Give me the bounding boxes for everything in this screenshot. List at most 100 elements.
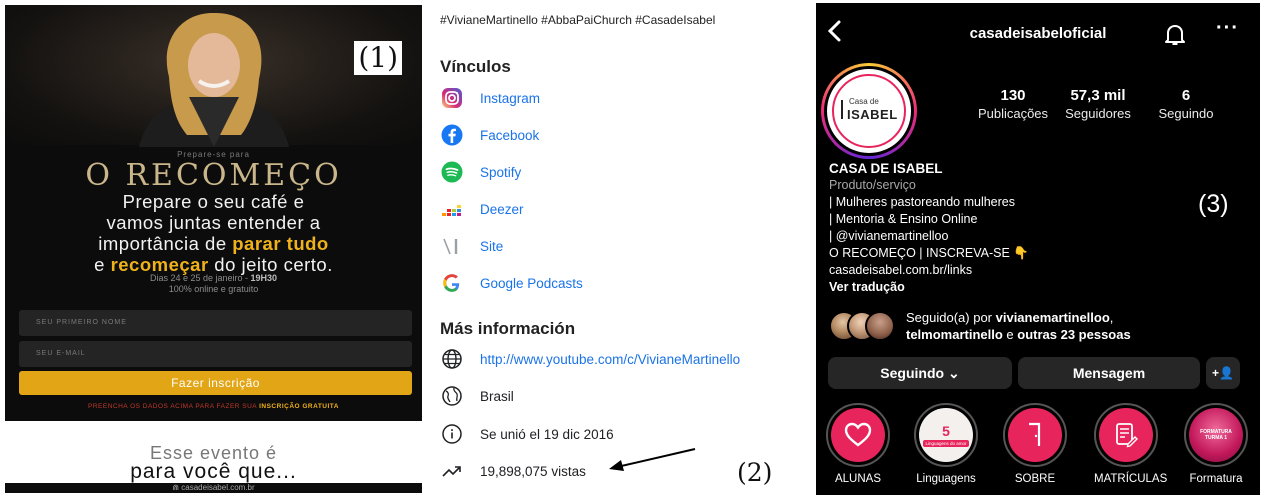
link-label[interactable]: Site <box>480 239 503 254</box>
link-label[interactable]: Deezer <box>480 202 524 217</box>
lead-line: e recomeçar do jeito certo. <box>5 254 422 275</box>
figure-marker: (1) <box>354 41 402 75</box>
link-label[interactable]: Spotify <box>480 165 521 180</box>
link-google-podcasts[interactable]: Google Podcasts <box>440 271 809 295</box>
profile-category: Produto/serviço <box>829 178 916 192</box>
lead-highlight: parar tudo <box>232 233 329 254</box>
presenter-photo <box>138 12 289 147</box>
instagram-icon <box>440 86 464 110</box>
joined-date: Se unió el 19 dic 2016 <box>480 426 614 442</box>
deezer-icon <box>440 197 464 221</box>
figure-marker: (2) <box>737 458 773 487</box>
link-site[interactable]: Site <box>440 234 809 258</box>
links-heading: Vínculos <box>440 57 511 76</box>
highlight-matriculas[interactable]: MATRÍCULAS <box>1094 403 1168 485</box>
globe-icon <box>440 347 464 371</box>
facebook-icon <box>440 123 464 147</box>
followed-user[interactable]: telmomartinello <box>906 327 1003 342</box>
link-facebook[interactable]: Facebook <box>440 123 809 147</box>
stat-label: Publicações <box>977 106 1049 121</box>
event-subheading-bold: para você que... <box>130 460 297 483</box>
lead-line: vamos juntas entender a <box>106 212 321 233</box>
stat-number: 6 <box>1181 87 1191 104</box>
lead-line: importância de parar tudo <box>5 233 422 254</box>
email-field[interactable]: SEU E-MAIL <box>19 341 412 367</box>
link-label[interactable]: Instagram <box>480 91 540 106</box>
message-button[interactable]: Mensagem <box>1018 357 1200 389</box>
dates-line: Dias 24 e 25 de janeiro - 19H30 <box>5 273 422 284</box>
hint-highlight: INSCRIÇÃO GRATUITA <box>259 403 339 410</box>
highlight-alunas[interactable]: ALUNAS <box>826 403 890 485</box>
highlight-ring: FORMATURA TURMA 1 <box>1184 403 1248 467</box>
bio-line: O RECOMEÇO | INSCREVA-SE 👇 <box>829 246 1029 260</box>
followed-others[interactable]: outras 23 pessoas <box>1017 327 1130 342</box>
hashtags[interactable]: #VivianeMartinello #AbbaPaiChurch #Casad… <box>440 13 715 27</box>
bio-mention[interactable]: | @vivianemartinelloo <box>829 228 1129 245</box>
more-options-icon[interactable]: ··· <box>1216 17 1239 40</box>
highlight-label: Formatura <box>1189 473 1243 485</box>
highlight-label: MATRÍCULAS <box>1094 473 1168 485</box>
link-instagram[interactable]: Instagram <box>440 86 809 110</box>
signup-button[interactable]: Fazer inscrição <box>19 371 412 395</box>
event-lead: Prepare o seu café e vamos juntas entend… <box>5 191 422 275</box>
followed-text: e <box>1002 327 1018 342</box>
stat-following[interactable]: 6 Seguindo <box>1146 87 1226 121</box>
dates-time: 19H30 <box>250 273 278 283</box>
dates-line: 100% online e gratuito <box>168 284 259 294</box>
link-deezer[interactable]: Deezer <box>440 197 809 221</box>
profile-name: CASA DE ISABEL <box>829 161 943 176</box>
channel-url[interactable]: http://www.youtube.com/c/VivianeMartinel… <box>480 352 740 367</box>
linguagens-badge: 5 Linguagens do amor <box>919 408 973 462</box>
profile-username: casadeisabeloficial <box>969 25 1107 42</box>
followed-user[interactable]: vivianemartinelloo <box>996 310 1110 325</box>
spotify-icon <box>440 160 464 184</box>
link-label[interactable]: Google Podcasts <box>480 276 583 291</box>
link-spotify[interactable]: Spotify <box>440 160 809 184</box>
profile-avatar[interactable]: Casa de ISABEL <box>821 63 917 159</box>
first-name-field[interactable]: SEU PRIMEIRO NOME <box>19 310 412 336</box>
logo-door-icon <box>841 100 843 119</box>
instagram-profile-panel: casadeisabeloficial ··· Casa de ISABEL 1… <box>816 3 1260 495</box>
bio-line: | Mentoria & Ensino Online <box>829 212 978 226</box>
link-label[interactable]: Facebook <box>480 128 539 143</box>
landing-page-panel: (1) Prepare-se para O RECOMEÇO Prepare o… <box>5 5 422 493</box>
world-map-icon <box>440 384 464 408</box>
view-count: 19,898,075 vistas <box>480 463 586 479</box>
highlight-linguagens[interactable]: 5 Linguagens do amor Linguagens <box>914 403 978 485</box>
badge-text: Linguagens do amor <box>923 439 969 447</box>
followed-text: Seguido(a) por <box>906 310 996 325</box>
youtube-about-panel: #VivianeMartinello #AbbaPaiChurch #Casad… <box>425 0 809 498</box>
highlight-label: ALUNAS <box>834 473 882 485</box>
formatura-badge: FORMATURA TURMA 1 <box>1189 408 1243 462</box>
form-icon <box>1099 408 1153 462</box>
lead-line: Prepare o seu café e <box>122 191 305 212</box>
notification-bell-icon[interactable] <box>1164 23 1186 47</box>
lead-highlight: recomeçar <box>110 254 209 275</box>
bio-link[interactable]: casadeisabel.com.br/links <box>829 262 1129 279</box>
heart-icon <box>831 408 885 462</box>
site-footer: ⋒ casadeisabel.com.br <box>5 483 422 493</box>
followed-by[interactable]: Seguido(a) por vivianemartinelloo, telmo… <box>906 309 1256 343</box>
annotation-arrow-icon <box>609 448 696 471</box>
info-joined: Se unió el 19 dic 2016 <box>440 422 809 446</box>
lock-icon: ⋒ <box>172 483 182 492</box>
lead-text: importância de <box>98 233 233 254</box>
add-user-button[interactable]: +👤 <box>1206 357 1240 389</box>
dates-text: Dias 24 e 25 de janeiro - <box>149 273 251 283</box>
following-button[interactable]: Seguindo ⌄ <box>828 357 1012 389</box>
form-hint: PREENCHA OS DADOS ACIMA PARA FAZER SUA I… <box>5 403 422 410</box>
highlight-label: SOBRE <box>1014 473 1056 485</box>
stat-posts[interactable]: 130 Publicações <box>973 87 1053 121</box>
stat-number: 130 <box>1000 87 1026 104</box>
highlight-sobre[interactable]: SOBRE <box>1003 403 1067 485</box>
stat-label: Seguindo <box>1158 106 1214 121</box>
stat-number: 57,3 mil <box>1070 87 1126 104</box>
highlight-ring <box>826 403 890 467</box>
google-icon <box>440 271 464 295</box>
highlight-formatura[interactable]: FORMATURA TURMA 1 Formatura <box>1184 403 1248 485</box>
logo-small-text: Casa de <box>849 97 879 106</box>
badge-number: 5 <box>942 422 950 439</box>
stat-followers[interactable]: 57,3 mil Seguidores <box>1053 87 1143 121</box>
translate-link[interactable]: Ver tradução <box>829 279 1129 296</box>
info-url[interactable]: http://www.youtube.com/c/VivianeMartinel… <box>440 347 809 371</box>
